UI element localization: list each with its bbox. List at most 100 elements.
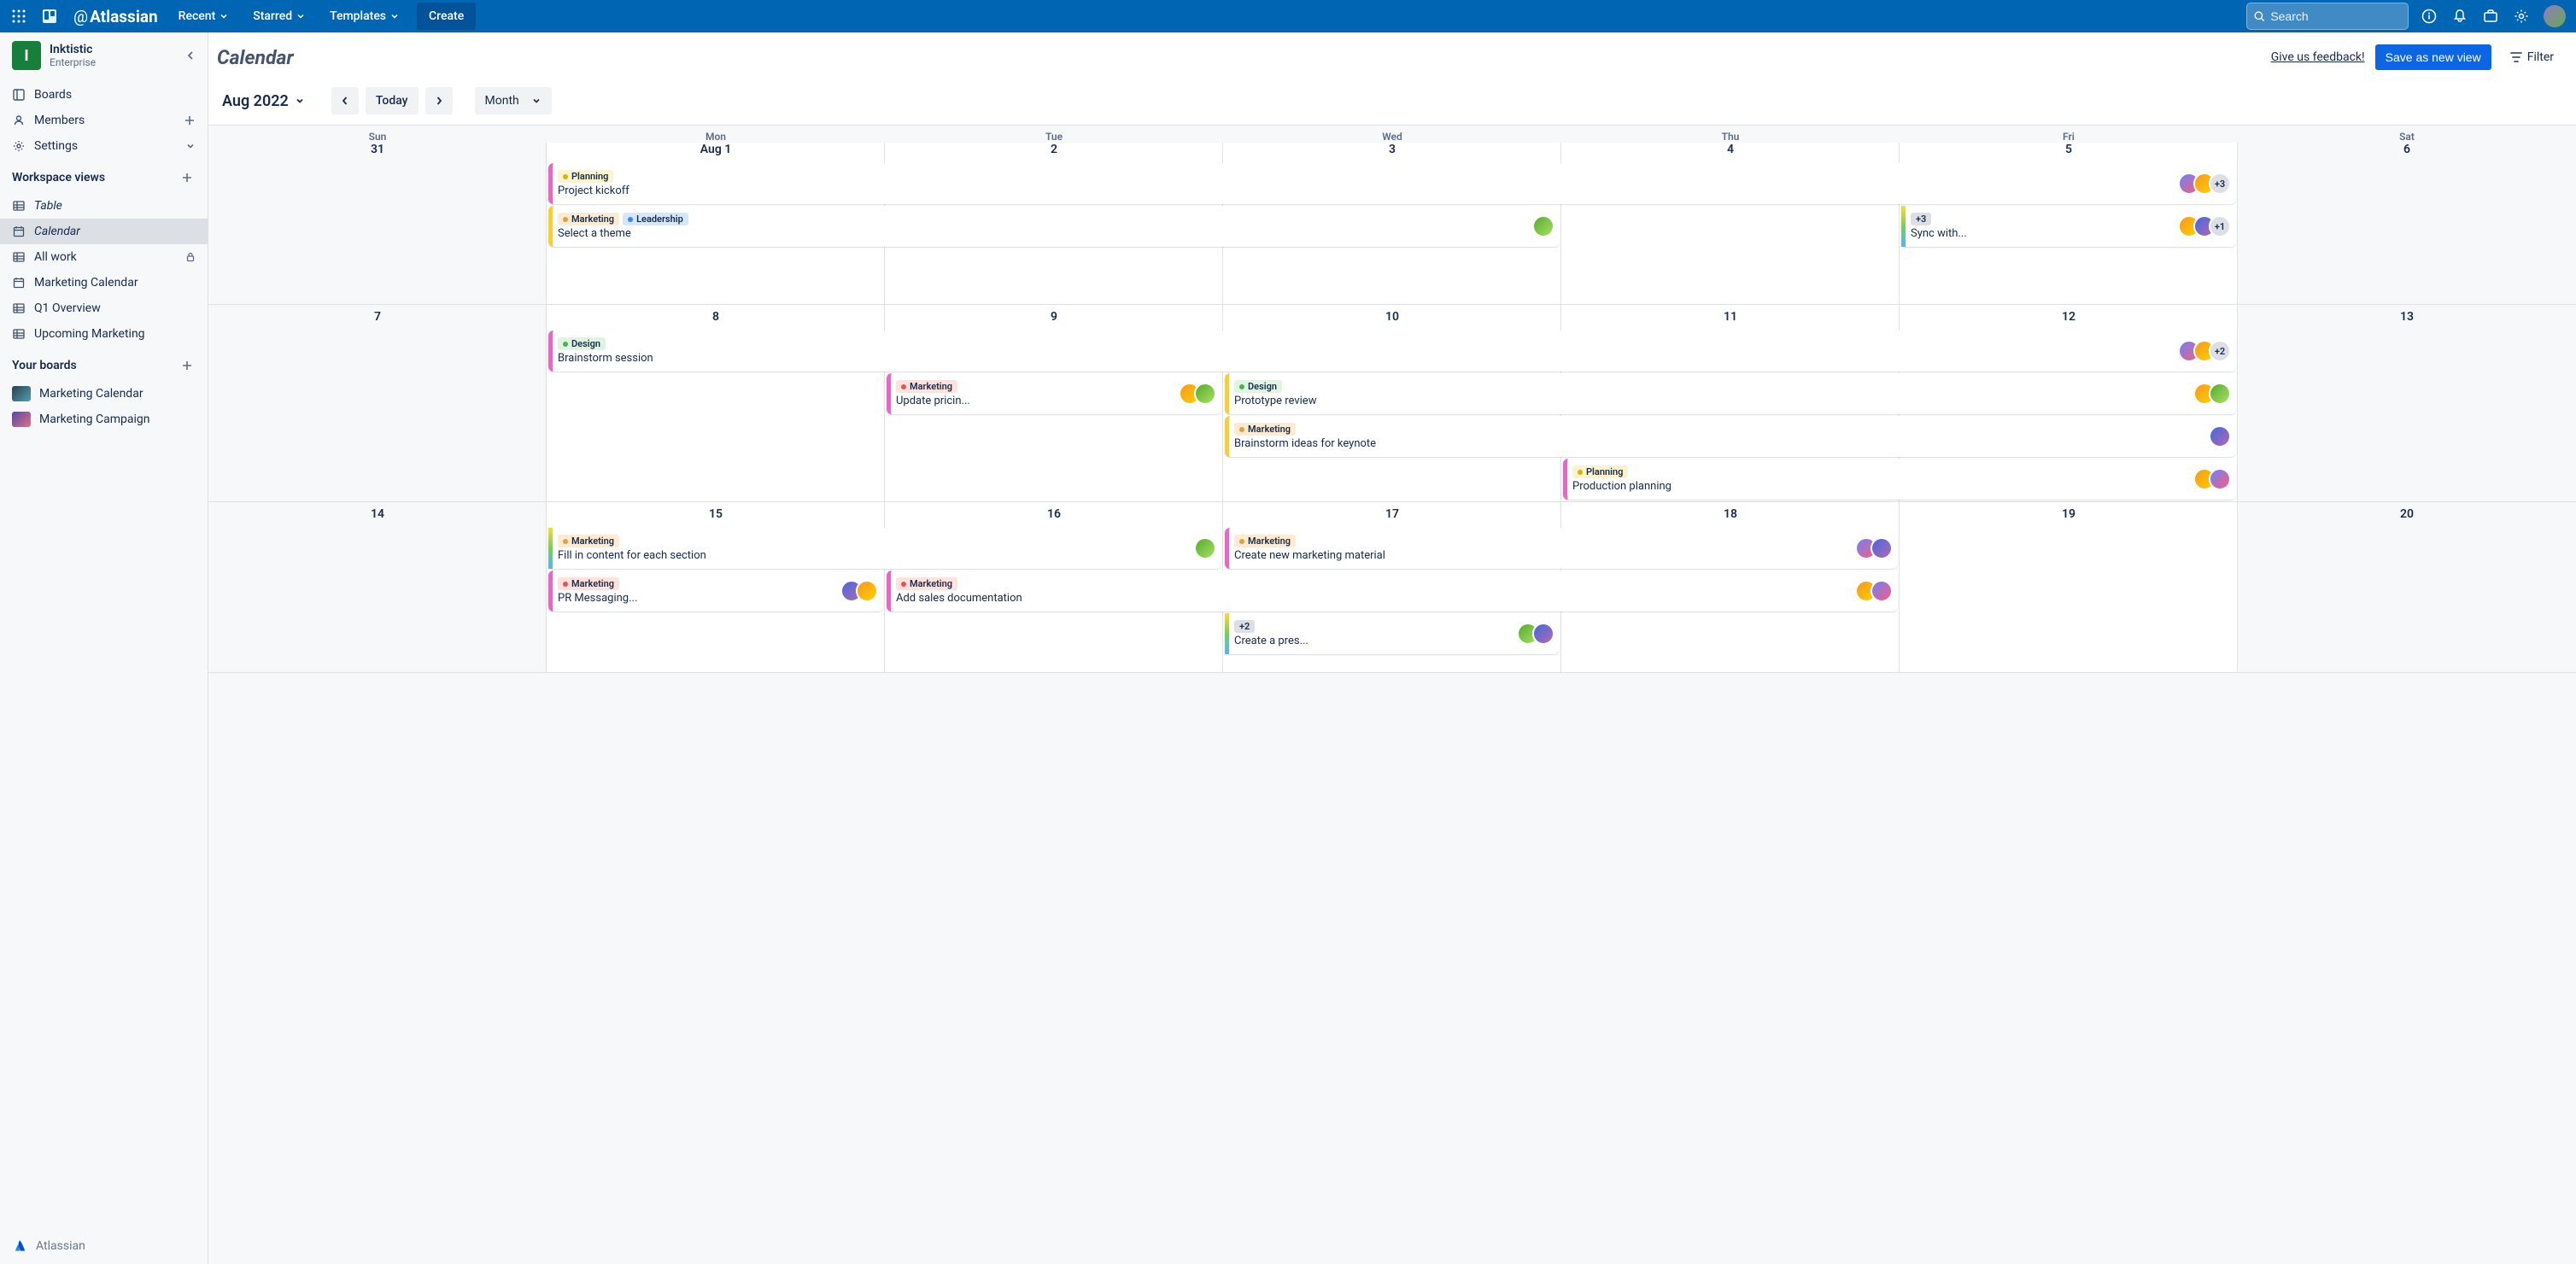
sidebar-collapse-icon[interactable]	[180, 45, 201, 66]
menu-recent[interactable]: Recent	[168, 3, 240, 30]
day-number: 31	[208, 143, 547, 160]
table-icon	[12, 250, 26, 264]
workspace-badge: I	[12, 41, 41, 70]
event-title: Brainstorm ideas for keynote	[1234, 437, 2231, 450]
sidebar: I Inktistic Enterprise Boards Members	[0, 32, 208, 1264]
week-row: 14 15 16 17 18 19 20 Marketing	[208, 502, 2576, 673]
sidebar-footer[interactable]: Atlassian	[0, 1228, 208, 1264]
create-button[interactable]: Create	[417, 3, 476, 30]
event-title: Production planning	[1572, 480, 2231, 493]
sidebar-item-members[interactable]: Members	[0, 108, 208, 133]
sidebar-item-label: Q1 Overview	[34, 301, 101, 315]
filter-button[interactable]: Filter	[2502, 44, 2562, 70]
event-card[interactable]: Marketing Update pricin...	[887, 373, 1221, 414]
day-number: 9	[885, 305, 1223, 327]
sidebar-item-settings[interactable]: Settings	[0, 133, 208, 159]
sidebar-view-q1[interactable]: Q1 Overview	[0, 296, 208, 321]
day-number: 6	[2238, 143, 2576, 160]
sidebar-item-label: Marketing Calendar	[34, 276, 138, 290]
event-title: Select a theme	[558, 227, 1554, 240]
day-number: 15	[547, 502, 885, 524]
event-card[interactable]: +3 Sync with... +1	[1901, 206, 2236, 247]
sidebar-board-marketing-campaign[interactable]: Marketing Campaign	[0, 407, 208, 432]
chevron-down-icon[interactable]	[185, 141, 196, 151]
event-title: Add sales documentation	[896, 592, 1893, 605]
apps-icon[interactable]	[5, 3, 32, 30]
day-number: 4	[1561, 143, 1900, 160]
event-card[interactable]: Marketing Leadership Select a theme	[548, 206, 1560, 247]
board-icon	[12, 88, 26, 102]
sidebar-view-calendar[interactable]: Calendar	[0, 219, 208, 244]
sidebar-item-label: Marketing Calendar	[39, 387, 143, 401]
plus-icon[interactable]	[179, 357, 196, 374]
sidebar-item-label: Marketing Campaign	[39, 413, 150, 426]
sidebar-board-marketing-calendar[interactable]: Marketing Calendar	[0, 381, 208, 407]
workspace-header[interactable]: I Inktistic Enterprise	[0, 32, 208, 79]
event-title: Brainstorm session	[558, 352, 2231, 365]
filter-label: Filter	[2527, 50, 2554, 64]
day-head: Sun	[208, 126, 547, 143]
day-number: 2	[885, 143, 1223, 160]
next-month-button[interactable]	[425, 87, 453, 114]
sidebar-section-views: Workspace views	[0, 162, 208, 190]
event-card[interactable]: Marketing Create new marketing material	[1225, 528, 1898, 569]
sidebar-item-label: All work	[34, 250, 77, 264]
plus-icon[interactable]	[179, 169, 196, 186]
gear-icon[interactable]	[2508, 3, 2535, 30]
event-card[interactable]: Marketing Fill in content for each secti…	[548, 528, 1221, 569]
day-number: 20	[2238, 502, 2576, 524]
workspace-name: Inktistic	[50, 43, 96, 56]
event-title: Prototype review	[1234, 395, 2231, 407]
menu-starred[interactable]: Starred	[243, 3, 316, 30]
event-card[interactable]: Planning Production planning	[1563, 459, 2236, 500]
user-avatar[interactable]	[2544, 5, 2566, 27]
day-number: 12	[1900, 305, 2238, 327]
event-card[interactable]: Design Brainstorm session +2	[548, 331, 2236, 372]
bell-icon[interactable]	[2446, 3, 2474, 30]
day-number: 14	[208, 502, 547, 524]
event-card[interactable]: Marketing PR Messaging...	[548, 571, 883, 612]
sidebar-item-label: Members	[34, 114, 85, 127]
event-card[interactable]: Marketing Add sales documentation	[887, 571, 1898, 612]
month-picker[interactable]: Aug 2022	[215, 89, 313, 114]
person-icon	[12, 114, 26, 127]
today-button[interactable]: Today	[366, 87, 419, 114]
lock-icon	[185, 252, 196, 262]
day-number: 19	[1900, 502, 2238, 524]
view-picker[interactable]: Month	[475, 87, 552, 114]
search-icon	[2254, 10, 2265, 23]
feedback-link[interactable]: Give us feedback!	[2271, 50, 2365, 64]
day-head: Mon	[547, 126, 885, 143]
sidebar-view-marketing-calendar[interactable]: Marketing Calendar	[0, 270, 208, 296]
event-card[interactable]: +2 Create a pres...	[1225, 613, 1560, 654]
sidebar-view-allwork[interactable]: All work	[0, 244, 208, 270]
event-title: Fill in content for each section	[558, 549, 1216, 562]
table-icon	[12, 327, 26, 341]
prev-month-button[interactable]	[331, 87, 359, 114]
day-number: Aug 1	[547, 143, 885, 160]
event-card[interactable]: Planning Project kickoff +3	[548, 163, 2236, 204]
day-number: 13	[2238, 305, 2576, 327]
trello-icon[interactable]	[36, 3, 63, 30]
briefcase-icon[interactable]	[2477, 3, 2504, 30]
menu-templates[interactable]: Templates	[319, 3, 410, 30]
sidebar-item-label: Calendar	[34, 225, 80, 238]
brand-logo[interactable]: @Atlassian	[67, 7, 165, 26]
event-title: Project kickoff	[558, 184, 2231, 197]
sidebar-view-table[interactable]: Table	[0, 193, 208, 219]
event-card[interactable]: Marketing Brainstorm ideas for keynote	[1225, 416, 2236, 457]
page-title: Calendar	[217, 46, 294, 69]
save-view-button[interactable]: Save as new view	[2375, 44, 2491, 70]
event-card[interactable]: Design Prototype review	[1225, 373, 2236, 414]
info-icon[interactable]	[2415, 3, 2443, 30]
day-head: Tue	[885, 126, 1223, 143]
sidebar-view-upcoming[interactable]: Upcoming Marketing	[0, 321, 208, 347]
sidebar-item-boards[interactable]: Boards	[0, 82, 208, 108]
week-row: Sun31 MonAug 1 Tue2 Wed3 Thu4 Fri5 Sat6 …	[208, 126, 2576, 305]
event-title: PR Messaging...	[558, 592, 878, 605]
plus-icon[interactable]	[184, 114, 196, 126]
calendar-toolbar: Aug 2022 Today Month	[208, 79, 2576, 125]
search-input[interactable]	[2246, 3, 2409, 30]
day-number: 11	[1561, 305, 1900, 327]
day-number: 16	[885, 502, 1223, 524]
